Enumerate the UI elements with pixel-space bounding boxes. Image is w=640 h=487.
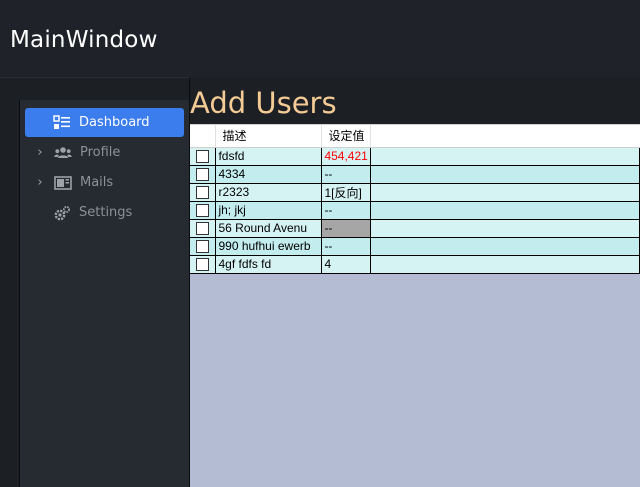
row-checkbox-cell[interactable] (190, 218, 217, 238)
row-desc[interactable]: 56 Round Avenu (215, 218, 323, 238)
table-row[interactable]: 4gf fdfs fd 4 (190, 254, 640, 274)
row-desc[interactable]: jh; jkj (215, 200, 323, 220)
row-checkbox-cell[interactable] (190, 146, 217, 166)
sidebar-item-settings[interactable]: Settings (25, 198, 184, 227)
table-header-filler (370, 125, 640, 148)
users-table: 描述 设定值 fdsfd 454,421 4334 -- r2323 1[反向]… (190, 125, 640, 274)
row-filler (370, 218, 640, 238)
table-header-value[interactable]: 设定值 (321, 125, 372, 148)
row-checkbox[interactable] (196, 168, 210, 182)
row-filler (370, 254, 640, 274)
sidebar: Dashboard › Profile › Mails Settings (19, 100, 189, 487)
users-icon (53, 145, 73, 161)
table-row[interactable]: 990 hufhui ewerb -- (190, 236, 640, 256)
row-filler (370, 182, 640, 202)
users-table-area: 描述 设定值 fdsfd 454,421 4334 -- r2323 1[反向]… (190, 124, 640, 487)
row-desc[interactable]: r2323 (215, 182, 323, 202)
row-desc[interactable]: 990 hufhui ewerb (215, 236, 323, 256)
row-checkbox-cell[interactable] (190, 254, 217, 274)
sidebar-item-dashboard[interactable]: Dashboard (25, 108, 184, 137)
row-value[interactable]: 454,421 (321, 146, 372, 166)
row-checkbox[interactable] (196, 240, 210, 254)
row-value[interactable]: 4 (321, 254, 372, 274)
row-checkbox-cell[interactable] (190, 164, 217, 184)
sidebar-item-label: Dashboard (79, 115, 150, 130)
row-checkbox[interactable] (196, 204, 210, 218)
sidebar-item-label: Settings (79, 205, 133, 220)
chevron-right-icon[interactable]: › (34, 175, 46, 190)
row-filler (370, 236, 640, 256)
row-value[interactable]: -- (321, 200, 372, 220)
sidebar-item-mails[interactable]: › Mails (25, 168, 184, 197)
row-checkbox[interactable] (196, 222, 210, 236)
table-header-checkbox (190, 125, 217, 148)
page-title: Add Users (190, 86, 337, 120)
row-filler (370, 164, 640, 184)
sidebar-item-profile[interactable]: › Profile (25, 138, 184, 167)
row-checkbox-cell[interactable] (190, 236, 217, 256)
table-header-row: 描述 设定值 (190, 125, 640, 148)
table-row[interactable]: jh; jkj -- (190, 200, 640, 220)
gear-icon (52, 205, 72, 221)
sidebar-item-label: Profile (80, 145, 121, 160)
sidebar-item-label: Mails (80, 175, 114, 190)
row-value[interactable]: -- (321, 164, 372, 184)
row-desc[interactable]: 4334 (215, 164, 323, 184)
row-desc[interactable]: 4gf fdfs fd (215, 254, 323, 274)
row-checkbox-cell[interactable] (190, 182, 217, 202)
table-header-desc[interactable]: 描述 (215, 125, 323, 148)
row-checkbox[interactable] (196, 186, 210, 200)
table-row[interactable]: 56 Round Avenu -- (190, 218, 640, 238)
table-row[interactable]: fdsfd 454,421 (190, 146, 640, 166)
chevron-right-icon[interactable]: › (34, 145, 46, 160)
row-filler (370, 146, 640, 166)
title-bar: MainWindow (0, 0, 640, 77)
table-row[interactable]: r2323 1[反向] (190, 182, 640, 202)
table-row[interactable]: 4334 -- (190, 164, 640, 184)
row-value[interactable]: -- (321, 218, 372, 238)
row-value[interactable]: -- (321, 236, 372, 256)
row-value[interactable]: 1[反向] (321, 182, 372, 202)
row-filler (370, 200, 640, 220)
row-desc[interactable]: fdsfd (215, 146, 323, 166)
row-checkbox[interactable] (196, 150, 210, 164)
window-title: MainWindow (10, 27, 158, 53)
row-checkbox-cell[interactable] (190, 200, 217, 220)
dashboard-icon (52, 114, 72, 131)
row-checkbox[interactable] (196, 258, 210, 272)
mail-icon (53, 175, 73, 191)
